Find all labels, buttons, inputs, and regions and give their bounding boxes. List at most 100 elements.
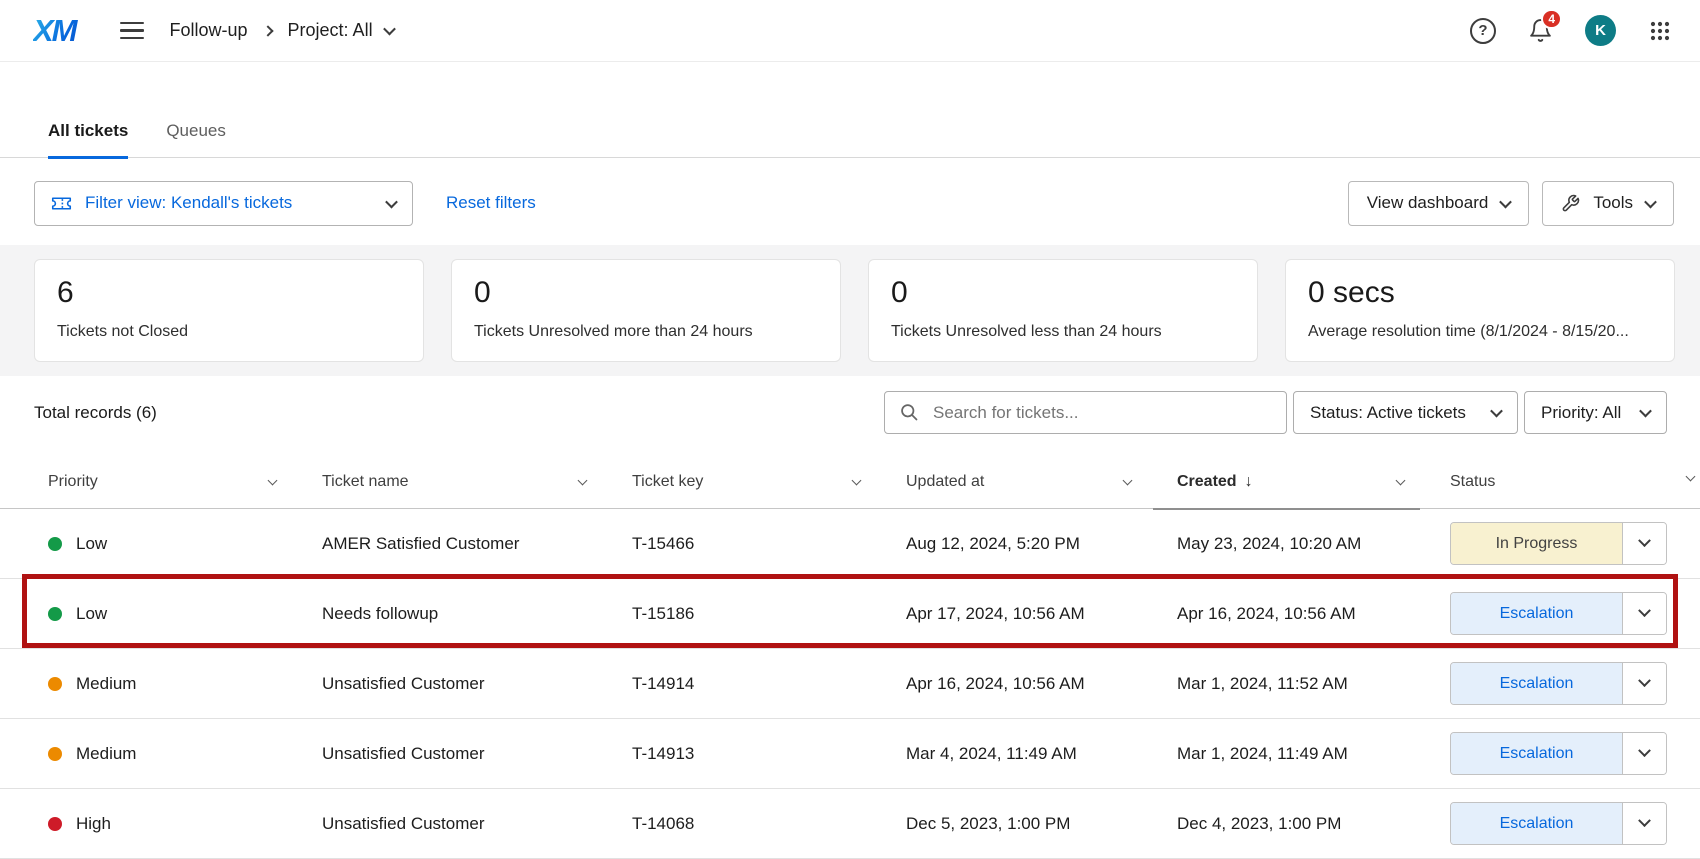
- search-icon: [899, 402, 920, 423]
- updated-at: Apr 17, 2024, 10:56 AM: [906, 604, 1177, 624]
- priority-cell: Medium: [48, 674, 322, 694]
- column-header-updated-at[interactable]: Updated at: [906, 473, 1177, 491]
- chevron-down-icon: [1499, 195, 1512, 208]
- ticket-key: T-14068: [632, 814, 906, 834]
- status-select[interactable]: In Progress: [1450, 522, 1667, 565]
- updated-at: Dec 5, 2023, 1:00 PM: [906, 814, 1177, 834]
- stat-card-avg-resolution-time: 0 secs Average resolution time (8/1/2024…: [1285, 259, 1675, 362]
- breadcrumb-project-dropdown[interactable]: Project: All: [288, 20, 394, 41]
- stat-card-tickets-not-closed: 6 Tickets not Closed: [34, 259, 424, 362]
- status-badge: Escalation: [1451, 803, 1622, 844]
- ticket-icon: [51, 193, 72, 214]
- updated-at: Apr 16, 2024, 10:56 AM: [906, 674, 1177, 694]
- priority-label: Medium: [76, 744, 136, 764]
- column-header-created[interactable]: Created ↓: [1177, 473, 1450, 491]
- search-input[interactable]: [931, 402, 1272, 424]
- table-row[interactable]: Low AMER Satisfied Customer T-15466 Aug …: [0, 509, 1700, 579]
- status-select[interactable]: Escalation: [1450, 732, 1667, 775]
- tabs-bar: All tickets Queues: [0, 62, 1700, 158]
- created-at: Dec 4, 2023, 1:00 PM: [1177, 814, 1450, 834]
- breadcrumb-section[interactable]: Follow-up: [170, 20, 248, 41]
- tab-queues[interactable]: Queues: [166, 121, 226, 159]
- status-select[interactable]: Escalation: [1450, 802, 1667, 845]
- chevron-down-icon: [383, 23, 396, 36]
- xm-logo[interactable]: XM: [33, 13, 80, 49]
- table-row[interactable]: Medium Unsatisfied Customer T-14913 Mar …: [0, 719, 1700, 789]
- created-at: Apr 16, 2024, 10:56 AM: [1177, 604, 1450, 624]
- apps-grid-icon[interactable]: [1648, 19, 1672, 43]
- chevron-down-icon[interactable]: [1622, 733, 1666, 774]
- status-badge: Escalation: [1451, 663, 1622, 704]
- priority-dot: [48, 747, 62, 761]
- column-header-ticket-name[interactable]: Ticket name: [322, 473, 632, 491]
- table-row[interactable]: High Unsatisfied Customer T-14068 Dec 5,…: [0, 789, 1700, 859]
- tools-button[interactable]: Tools: [1542, 181, 1674, 226]
- status-badge: Escalation: [1451, 733, 1622, 774]
- ticket-name: Needs followup: [322, 604, 632, 624]
- breadcrumb: Follow-up Project: All: [170, 20, 394, 41]
- view-dashboard-button[interactable]: View dashboard: [1348, 181, 1530, 226]
- chevron-down-icon[interactable]: [1396, 475, 1406, 485]
- priority-cell: Low: [48, 604, 322, 624]
- chevron-down-icon: [1639, 405, 1652, 418]
- chevron-down-icon[interactable]: [1123, 475, 1133, 485]
- hamburger-menu-icon[interactable]: [118, 18, 146, 44]
- updated-at: Mar 4, 2024, 11:49 AM: [906, 744, 1177, 764]
- stat-label: Tickets Unresolved more than 24 hours: [474, 323, 818, 341]
- ticket-name: AMER Satisfied Customer: [322, 534, 632, 554]
- priority-dot: [48, 677, 62, 691]
- help-icon[interactable]: ?: [1470, 18, 1496, 44]
- chevron-down-icon[interactable]: [852, 475, 862, 485]
- column-header-status[interactable]: Status: [1450, 473, 1680, 491]
- chevron-down-icon: [385, 195, 398, 208]
- stat-value: 0 secs: [1308, 276, 1652, 310]
- priority-dot: [48, 537, 62, 551]
- priority-dot: [48, 817, 62, 831]
- status-select[interactable]: Escalation: [1450, 662, 1667, 705]
- chevron-down-icon[interactable]: [1622, 663, 1666, 704]
- tab-all-tickets[interactable]: All tickets: [48, 121, 128, 159]
- sort-descending-icon: ↓: [1245, 473, 1253, 491]
- chevron-down-icon[interactable]: [1622, 523, 1666, 564]
- stat-value: 0: [891, 276, 1235, 310]
- stat-value: 0: [474, 276, 818, 310]
- total-records-label: Total records (6): [34, 403, 157, 423]
- priority-filter-dropdown[interactable]: Priority: All: [1524, 391, 1667, 434]
- table-controls: Total records (6) Status: Active tickets…: [34, 391, 1667, 434]
- priority-label: Low: [76, 604, 107, 624]
- status-filter-dropdown[interactable]: Status: Active tickets: [1293, 391, 1518, 434]
- ticket-key: T-14913: [632, 744, 906, 764]
- search-box[interactable]: [884, 391, 1287, 434]
- status-select[interactable]: Escalation: [1450, 592, 1667, 635]
- topbar-actions: ? 4 K: [1470, 15, 1672, 46]
- top-bar: XM Follow-up Project: All ? 4 K: [0, 0, 1700, 62]
- priority-dot: [48, 607, 62, 621]
- table-row[interactable]: Low Needs followup T-15186 Apr 17, 2024,…: [0, 579, 1700, 649]
- column-header-priority[interactable]: Priority: [48, 473, 322, 491]
- chevron-down-icon[interactable]: [578, 475, 588, 485]
- table-body: Low AMER Satisfied Customer T-15466 Aug …: [0, 509, 1700, 859]
- priority-cell: Low: [48, 534, 322, 554]
- ticket-name: Unsatisfied Customer: [322, 814, 632, 834]
- chevron-down-icon[interactable]: [1622, 803, 1666, 844]
- filter-view-dropdown[interactable]: Filter view: Kendall's tickets: [34, 181, 413, 226]
- stat-value: 6: [57, 276, 401, 310]
- notifications-button[interactable]: 4: [1528, 18, 1553, 43]
- table-row[interactable]: Medium Unsatisfied Customer T-14914 Apr …: [0, 649, 1700, 719]
- avatar[interactable]: K: [1585, 15, 1616, 46]
- chevron-down-icon: [1490, 405, 1503, 418]
- reset-filters-link[interactable]: Reset filters: [446, 193, 536, 213]
- ticket-name: Unsatisfied Customer: [322, 744, 632, 764]
- ticket-key: T-15186: [632, 604, 906, 624]
- chevron-down-icon[interactable]: [268, 475, 278, 485]
- status-badge: In Progress: [1451, 523, 1622, 564]
- chevron-down-icon[interactable]: [1622, 593, 1666, 634]
- stats-strip: 6 Tickets not Closed 0 Tickets Unresolve…: [0, 245, 1700, 376]
- priority-label: Medium: [76, 674, 136, 694]
- stat-card-unresolved-less-24h: 0 Tickets Unresolved less than 24 hours: [868, 259, 1258, 362]
- priority-label: Low: [76, 534, 107, 554]
- chevron-right-icon: [262, 25, 273, 36]
- stat-label: Average resolution time (8/1/2024 - 8/15…: [1308, 323, 1652, 341]
- column-header-ticket-key[interactable]: Ticket key: [632, 473, 906, 491]
- filter-bar: Filter view: Kendall's tickets Reset fil…: [34, 180, 1674, 226]
